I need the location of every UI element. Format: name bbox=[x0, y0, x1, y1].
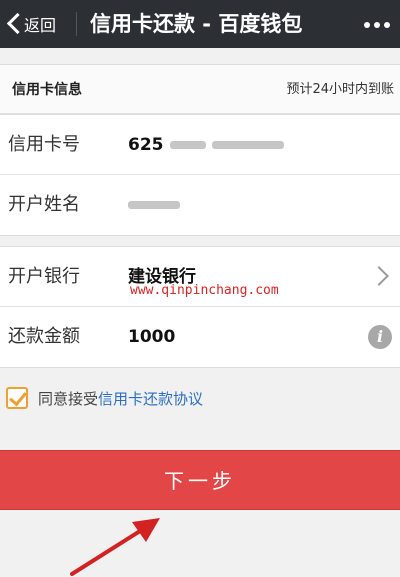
holder-name-label: 开户姓名 bbox=[8, 194, 80, 215]
payment-group: 开户银行 建设银行 还款金额 1000 i bbox=[0, 246, 400, 368]
page-title: 信用卡还款 - 百度钱包 bbox=[90, 12, 303, 36]
masked-digits bbox=[211, 141, 284, 149]
masked-digits bbox=[169, 141, 206, 149]
card-number-value: 625 bbox=[128, 115, 284, 175]
watermark: www.qinpinchang.com bbox=[130, 283, 279, 298]
next-button[interactable]: 下一步 bbox=[0, 450, 400, 510]
agreement-row: 同意接受 信用卡还款协议 bbox=[6, 386, 203, 410]
section-label: 信用卡信息 bbox=[12, 82, 82, 98]
back-chevron-icon bbox=[6, 12, 20, 36]
chevron-right-icon[interactable] bbox=[369, 266, 389, 286]
amount-input[interactable]: 1000 bbox=[128, 307, 175, 367]
card-number-visible: 625 bbox=[128, 135, 164, 155]
more-dot bbox=[384, 22, 390, 28]
masked-name bbox=[128, 201, 180, 209]
back-label: 返回 bbox=[24, 16, 57, 35]
bank-label: 开户银行 bbox=[8, 266, 80, 287]
title-bar: 返回 信用卡还款 - 百度钱包 bbox=[0, 0, 400, 48]
more-dot bbox=[364, 22, 370, 28]
card-number-row: 信用卡号 625 bbox=[0, 115, 400, 175]
back-button[interactable]: 返回 bbox=[6, 0, 56, 48]
card-info-group: 信用卡号 625 开户姓名 bbox=[0, 114, 400, 236]
holder-name-row: 开户姓名 bbox=[0, 175, 400, 235]
checkbox-checked-icon[interactable] bbox=[6, 387, 28, 409]
info-icon[interactable]: i bbox=[368, 325, 392, 349]
holder-name-value bbox=[128, 175, 180, 235]
card-info-header: 信用卡信息 预计24小时内到账 bbox=[0, 64, 400, 114]
more-dot bbox=[374, 22, 380, 28]
card-number-label: 信用卡号 bbox=[8, 134, 80, 155]
bank-row[interactable]: 开户银行 建设银行 bbox=[0, 247, 400, 307]
agreement-link[interactable]: 信用卡还款协议 bbox=[98, 388, 203, 409]
bank-value: 建设银行 bbox=[128, 267, 196, 287]
agreement-prefix: 同意接受 bbox=[38, 389, 99, 408]
arrival-note: 预计24小时内到账 bbox=[286, 82, 394, 97]
amount-label: 还款金额 bbox=[8, 326, 80, 347]
annotation-arrow bbox=[70, 518, 160, 576]
more-icon[interactable] bbox=[364, 22, 390, 28]
amount-row[interactable]: 还款金额 1000 i bbox=[0, 307, 400, 367]
title-divider bbox=[76, 12, 77, 36]
